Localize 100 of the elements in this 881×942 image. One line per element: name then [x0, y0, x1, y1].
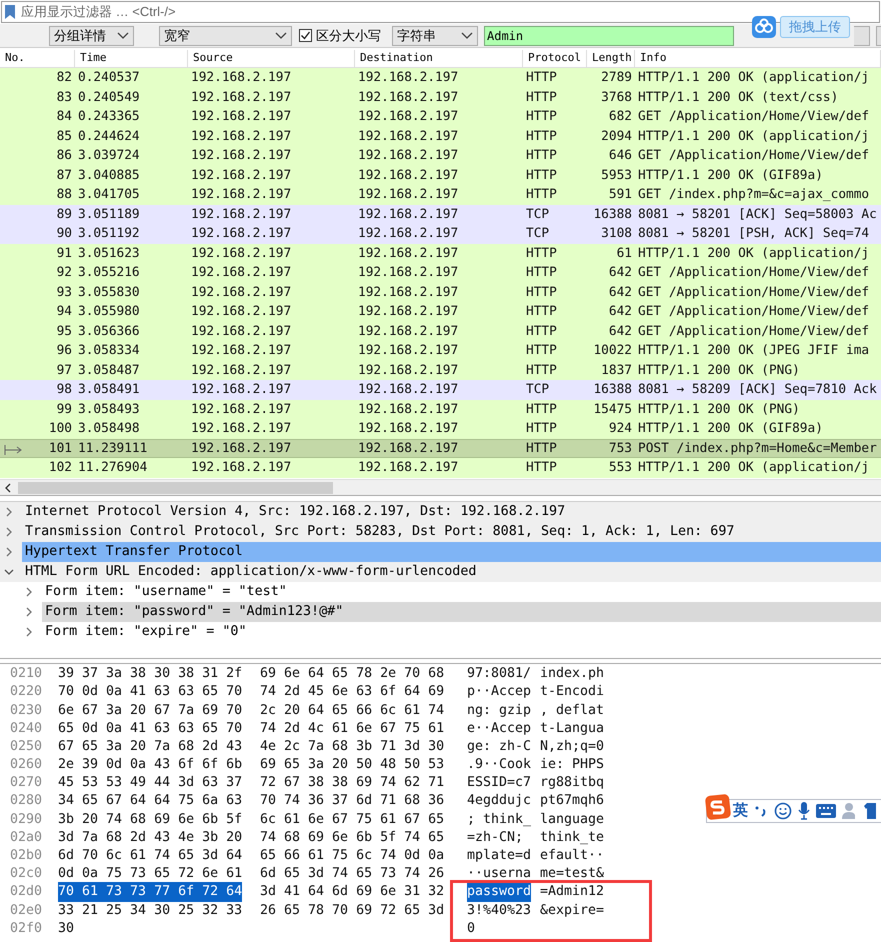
packet-row[interactable]: 101 11.239111 192.168.2.197 192.168.2.197 HTTP 753 POST /index.php?m=Home&c=Member [0, 438, 881, 458]
table-cell-text: HTTP/1.1 200 OK (application/j [638, 459, 870, 478]
table-cell-text: 10022 [593, 342, 632, 360]
packet-row[interactable]: 84 0.243365 192.168.2.197 192.168.2.197 HTTP 682 GET /Application/Home/View/def [0, 107, 881, 126]
table-cell-text: 11.276904 [78, 459, 148, 478]
table-cell-text: 89 [56, 206, 72, 224]
table-cell-text: 192.168.2.197 [191, 284, 292, 302]
column-header[interactable]: Length [587, 50, 635, 67]
packet-row[interactable]: 87 3.040885 192.168.2.197 192.168.2.197 HTTP 5953 HTTP/1.1 200 OK (GIF89a) [0, 166, 881, 185]
packet-row[interactable]: 95 3.056366 192.168.2.197 192.168.2.197 HTTP 642 GET /Application/Home/View/def [0, 322, 881, 341]
table-cell-text: GET /Application/Home/View/def [638, 264, 870, 282]
table-cell-text: 192.168.2.197 [191, 128, 292, 146]
shirt-icon[interactable] [864, 803, 876, 819]
ascii-text: ng: gzip [467, 702, 532, 720]
ascii-text: me=test& [540, 865, 604, 884]
checkbox[interactable] [299, 29, 312, 42]
packet-row[interactable]: 85 0.244624 192.168.2.197 192.168.2.197 HTTP 2094 HTTP/1.1 200 OK (application/j [0, 126, 881, 146]
packet-row[interactable]: 88 3.041705 192.168.2.197 192.168.2.197 HTTP 591 GET /index.php?m=&c=ajax_commo [0, 185, 881, 204]
table-cell-text: HTTP [526, 440, 557, 458]
column-header[interactable]: No. [0, 50, 75, 67]
expand-chevron-icon[interactable] [24, 587, 34, 597]
line-offset: 02b0 [9, 847, 44, 865]
ascii-text: 97:8081/ [467, 665, 532, 684]
packet-row[interactable]: 86 3.039724 192.168.2.197 192.168.2.197 HTTP 646 GET /Application/Home/View/def [0, 146, 881, 166]
column-header[interactable]: Time [75, 50, 188, 67]
line-offset: 0210 [9, 665, 44, 684]
table-cell-text: 5953 [601, 166, 632, 185]
tree-item[interactable]: Hypertext Transfer Protocol [22, 542, 881, 562]
ascii-text: 4egddujc [467, 792, 532, 810]
column-header[interactable]: Protocol [523, 50, 587, 67]
dropdown[interactable]: 分组详情 [49, 26, 134, 46]
line-offset: 0270 [9, 774, 44, 792]
packet-row[interactable]: 91 3.051623 192.168.2.197 192.168.2.197 HTTP 61 HTTP/1.1 200 OK (application/j [0, 244, 881, 263]
packet-row[interactable]: 82 0.240537 192.168.2.197 192.168.2.197 HTTP 2789 HTTP/1.1 200 OK (application/j [0, 68, 881, 88]
ime-logo-icon[interactable] [705, 794, 731, 820]
packet-row[interactable]: 100 3.058498 192.168.2.197 192.168.2.197 HTTP 924 HTTP/1.1 200 OK (GIF89a) [0, 419, 881, 438]
expand-chevron-icon[interactable] [4, 547, 14, 557]
ascii-text: e··Accep [467, 720, 532, 738]
table-cell-text: 192.168.2.197 [358, 440, 458, 458]
ascii-text: pt67mqh6 [540, 792, 604, 810]
column-header[interactable]: Source [188, 50, 355, 67]
search-field[interactable]: Admin [484, 26, 734, 46]
bookmark-icon[interactable] [5, 5, 15, 19]
hex-bytes: 74 2d 45 6e 63 6f 64 69 [260, 683, 446, 702]
packet-row[interactable]: 102 11.276904 192.168.2.197 192.168.2.197 HTTP 553 HTTP/1.1 200 OK (application/j [0, 458, 881, 478]
table-cell-text: HTTP [526, 69, 557, 88]
expand-chevron-icon[interactable] [4, 527, 14, 537]
packet-row[interactable]: 96 3.058334 192.168.2.197 192.168.2.197 HTTP 10022 HTTP/1.1 200 OK (JPEG JFIF ima [0, 341, 881, 360]
scrollbar-thumb[interactable] [18, 482, 333, 494]
expand-chevron-icon[interactable] [4, 507, 14, 517]
table-cell-text: 3108 [601, 225, 632, 244]
table-cell-text: 192.168.2.197 [358, 147, 458, 166]
packet-row[interactable]: 92 3.055216 192.168.2.197 192.168.2.197 HTTP 642 GET /Application/Home/View/def [0, 263, 881, 282]
packet-row[interactable]: 93 3.055830 192.168.2.197 192.168.2.197 HTTP 642 GET /Application/Home/View/def [0, 282, 881, 302]
line-offset: 0250 [9, 738, 44, 756]
tree-item[interactable]: Form item: "username" = "test" [42, 582, 881, 602]
hex-bytes: 72 67 38 38 69 74 62 71 [260, 774, 446, 792]
hex-bytes: 65 66 61 75 6c 74 0d 0a [260, 847, 446, 865]
ascii-text: t-Encodi [540, 683, 604, 702]
dropdown[interactable]: 宽窄 [159, 26, 292, 46]
microphone-icon[interactable] [798, 802, 810, 820]
column-header[interactable]: Destination [355, 50, 523, 67]
ascii-text: t-Langua [540, 720, 604, 738]
smiley-icon[interactable] [774, 802, 792, 820]
table-cell-text: 95 [56, 322, 72, 341]
table-cell-text: 192.168.2.197 [191, 166, 292, 185]
table-cell-text: 88 [56, 186, 72, 204]
table-cell-text: 3.058487 [78, 362, 140, 380]
table-cell-text: 96 [56, 342, 72, 360]
table-cell-text: 92 [56, 264, 72, 282]
packet-row[interactable]: 94 3.055980 192.168.2.197 192.168.2.197 HTTP 642 GET /Application/Home/View/def [0, 302, 881, 322]
dropdown[interactable]: 字符串 [392, 26, 478, 46]
packet-row[interactable]: 90 3.051192 192.168.2.197 192.168.2.197 TCP 3108 8081 → 58201 [PSH, ACK] Seq=74 [0, 224, 881, 244]
keyboard-icon[interactable] [816, 804, 836, 818]
packet-row[interactable]: 97 3.058487 192.168.2.197 192.168.2.197 HTTP 1837 HTTP/1.1 200 OK (PNG) [0, 360, 881, 380]
table-cell-text: 0.240549 [78, 88, 140, 107]
tree-item[interactable]: Form item: "expire" = "0" [42, 622, 881, 642]
tree-item[interactable]: Form item: "password" = "Admin123!@#" [42, 602, 881, 622]
line-offset: 02f0 [9, 920, 44, 938]
packet-row[interactable]: 98 3.058491 192.168.2.197 192.168.2.197 TCP 16388 8081 → 58209 [ACK] Seq=7810 Ack [0, 380, 881, 400]
ascii-text: 0 [467, 920, 476, 938]
packet-row[interactable]: 89 3.051189 192.168.2.197 192.168.2.197 TCP 16388 8081 → 58201 [ACK] Seq=58003 Ac [0, 204, 881, 224]
table-cell-text: 0.240537 [78, 69, 140, 88]
table-cell-text: 192.168.2.197 [358, 225, 458, 244]
expand-chevron-icon[interactable] [24, 607, 34, 617]
line-offset: 0260 [9, 756, 44, 774]
packet-row[interactable]: 99 3.058493 192.168.2.197 192.168.2.197 HTTP 15475 HTTP/1.1 200 OK (PNG) [0, 400, 881, 419]
ascii-text: , deflat [540, 702, 604, 720]
punctuation-icon[interactable] [754, 804, 768, 818]
column-header[interactable]: Info [635, 50, 881, 67]
expand-chevron-icon[interactable] [24, 627, 34, 637]
packet-row[interactable]: 83 0.240549 192.168.2.197 192.168.2.197 HTTP 3768 HTTP/1.1 200 OK (text/css) [0, 88, 881, 107]
table-cell-text: HTTP/1.1 200 OK (PNG) [638, 362, 800, 380]
ime-mode[interactable]: 英 [733, 800, 748, 822]
checkbox-label[interactable]: 区分大小写 [316, 26, 381, 46]
collapse-chevron-icon[interactable] [4, 567, 14, 577]
table-cell-text: HTTP [526, 303, 557, 322]
scrollbar[interactable] [0, 479, 881, 495]
hex-bytes: 2c 20 64 65 66 6c 61 74 [260, 702, 446, 720]
table-cell-text: GET /Application/Home/View/def [638, 108, 870, 126]
